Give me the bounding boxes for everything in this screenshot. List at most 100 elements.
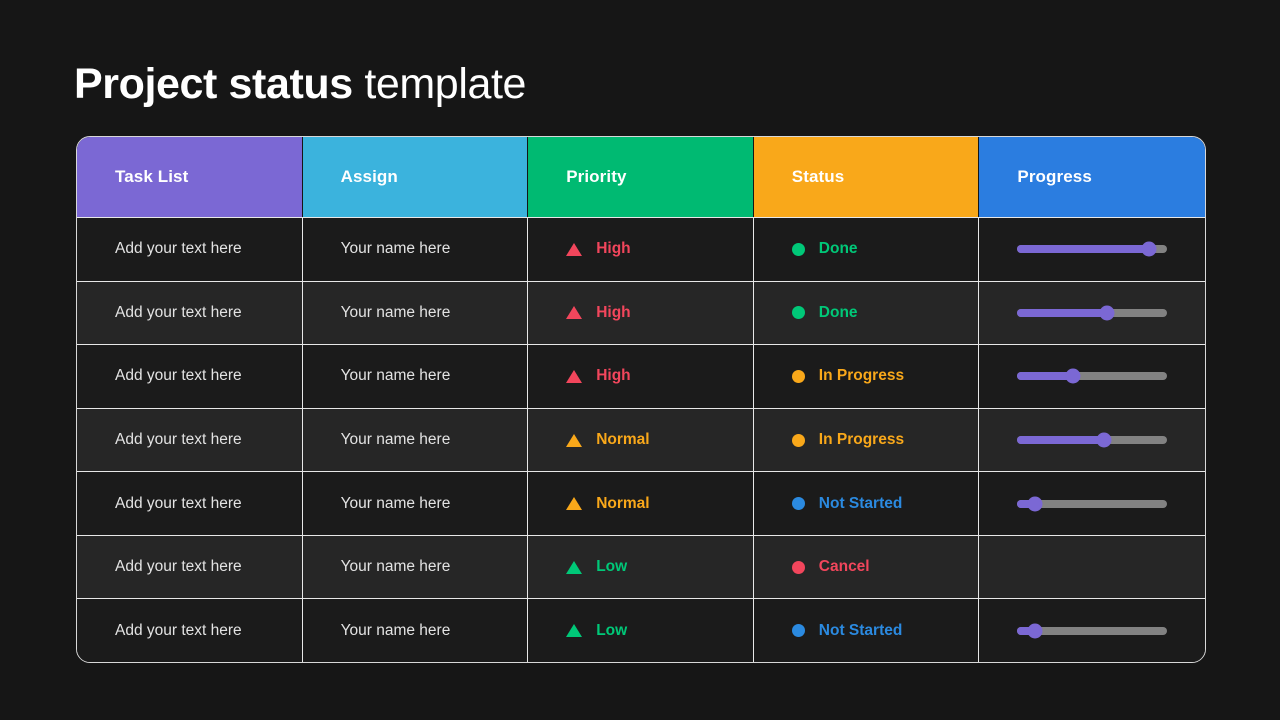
status-dot-icon (791, 306, 805, 320)
status-cell[interactable]: In Progress (754, 345, 980, 408)
priority-triangle-icon (566, 497, 583, 511)
progress-thumb[interactable] (1027, 496, 1043, 512)
table-row[interactable]: Add your text here Your name here High Done (77, 217, 1205, 281)
progress-cell[interactable] (979, 409, 1205, 472)
priority-badge: Normal (566, 495, 650, 513)
priority-cell[interactable]: High (528, 218, 754, 281)
assignee-cell[interactable]: Your name here (303, 472, 529, 535)
progress-slider[interactable] (1017, 623, 1168, 639)
task-name-cell[interactable]: Add your text here (77, 599, 303, 662)
status-label: Done (818, 303, 858, 321)
table-row[interactable]: Add your text here Your name here Normal In… (77, 407, 1205, 472)
priority-label: Low (596, 621, 628, 639)
priority-badge: Normal (566, 431, 650, 449)
project-status-table: Task List Assign Priority Status Progress Ad… (76, 136, 1206, 663)
priority-cell[interactable]: High (528, 345, 754, 408)
task-name-cell[interactable]: Add your text here (77, 345, 303, 408)
priority-cell[interactable]: Normal (528, 472, 754, 535)
column-header-status[interactable]: Status (753, 137, 980, 217)
task-name-cell[interactable]: Add your text here (77, 535, 303, 599)
status-badge: Done (791, 240, 858, 258)
table-body: Add your text here Your name here High Done… (77, 217, 1205, 662)
progress-cell[interactable] (979, 218, 1205, 281)
table-row[interactable]: Add your text here Your name here High In P… (77, 344, 1205, 408)
column-header-assign[interactable]: Assign (302, 137, 529, 217)
progress-thumb[interactable] (1099, 305, 1115, 321)
status-cell[interactable]: Not Started (754, 599, 980, 662)
priority-triangle-icon (566, 560, 583, 574)
page-title-light: template (352, 60, 527, 108)
progress-thumb[interactable] (1027, 623, 1043, 639)
status-badge: Not Started (791, 622, 902, 640)
priority-cell[interactable]: High (528, 281, 754, 345)
assignee-cell[interactable]: Your name here (303, 345, 529, 408)
task-name-cell[interactable]: Add your text here (77, 281, 303, 345)
task-name-cell[interactable]: Add your text here (77, 408, 303, 472)
column-header-label: Status (791, 167, 845, 186)
priority-badge: High (566, 367, 631, 385)
priority-triangle-icon (566, 306, 583, 320)
status-label: In Progress (818, 367, 905, 385)
column-header-label: Priority (566, 167, 627, 186)
priority-badge: Low (566, 558, 627, 576)
priority-badge: High (566, 240, 631, 258)
page-title: Project status template (74, 55, 526, 113)
slide-canvas: Project status template Task List Assign P… (0, 0, 1280, 720)
status-dot-icon (791, 560, 805, 574)
task-name-cell[interactable]: Add your text here (77, 218, 303, 281)
status-cell[interactable]: Done (754, 218, 980, 281)
priority-triangle-icon (566, 369, 583, 383)
status-cell[interactable]: Done (754, 281, 980, 345)
status-dot-icon (791, 497, 805, 511)
assignee-cell[interactable]: Your name here (303, 535, 529, 599)
progress-cell[interactable] (979, 472, 1205, 535)
priority-triangle-icon (566, 433, 583, 447)
priority-cell[interactable]: Normal (528, 408, 754, 472)
progress-slider[interactable] (1017, 305, 1168, 321)
column-header-label: Assign (340, 167, 398, 186)
status-dot-icon (791, 242, 805, 256)
priority-triangle-icon (566, 624, 583, 638)
assignee-cell[interactable]: Your name here (303, 218, 529, 281)
task-name-cell[interactable]: Add your text here (77, 472, 303, 535)
status-label: In Progress (818, 431, 905, 449)
progress-thumb[interactable] (1096, 432, 1112, 448)
status-label: Not Started (818, 494, 903, 512)
table-header-row: Task List Assign Priority Status Progress (77, 137, 1205, 217)
progress-fill (1017, 436, 1105, 445)
column-header-priority[interactable]: Priority (528, 137, 754, 217)
priority-label: High (596, 367, 631, 385)
progress-slider[interactable] (1017, 496, 1168, 512)
table-row[interactable]: Add your text here Your name here High Done (77, 280, 1205, 345)
assignee-cell[interactable]: Your name here (303, 281, 529, 345)
status-cell[interactable]: Not Started (754, 472, 980, 535)
progress-slider[interactable] (1017, 432, 1168, 448)
table-row[interactable]: Add your text here Your name here Low Not S… (77, 598, 1205, 662)
progress-slider[interactable] (1017, 241, 1168, 257)
priority-label: High (596, 240, 631, 258)
priority-label: Low (596, 558, 628, 576)
status-cell[interactable]: In Progress (754, 408, 980, 472)
column-header-task-list[interactable]: Task List (77, 137, 303, 217)
priority-cell[interactable]: Low (528, 535, 754, 599)
priority-cell[interactable]: Low (528, 599, 754, 662)
status-cell[interactable]: Cancel (754, 535, 980, 599)
assignee-cell[interactable]: Your name here (303, 408, 529, 472)
progress-cell[interactable] (979, 536, 1205, 599)
status-badge: Done (791, 303, 858, 322)
status-badge: Cancel (791, 558, 870, 576)
priority-badge: Low (566, 622, 627, 640)
table-row[interactable]: Add your text here Your name here Low Cance… (77, 534, 1205, 599)
progress-cell[interactable] (979, 345, 1205, 408)
column-header-progress[interactable]: Progress (979, 137, 1205, 217)
priority-label: High (596, 303, 631, 321)
progress-thumb[interactable] (1065, 368, 1081, 384)
progress-thumb[interactable] (1141, 241, 1157, 257)
assignee-cell[interactable]: Your name here (303, 599, 529, 662)
progress-slider[interactable] (1017, 368, 1168, 384)
progress-cell[interactable] (979, 599, 1205, 662)
progress-fill (1017, 245, 1150, 254)
table-row[interactable]: Add your text here Your name here Normal No… (77, 471, 1205, 535)
page-title-strong: Project status (74, 60, 353, 108)
progress-cell[interactable] (979, 282, 1205, 345)
